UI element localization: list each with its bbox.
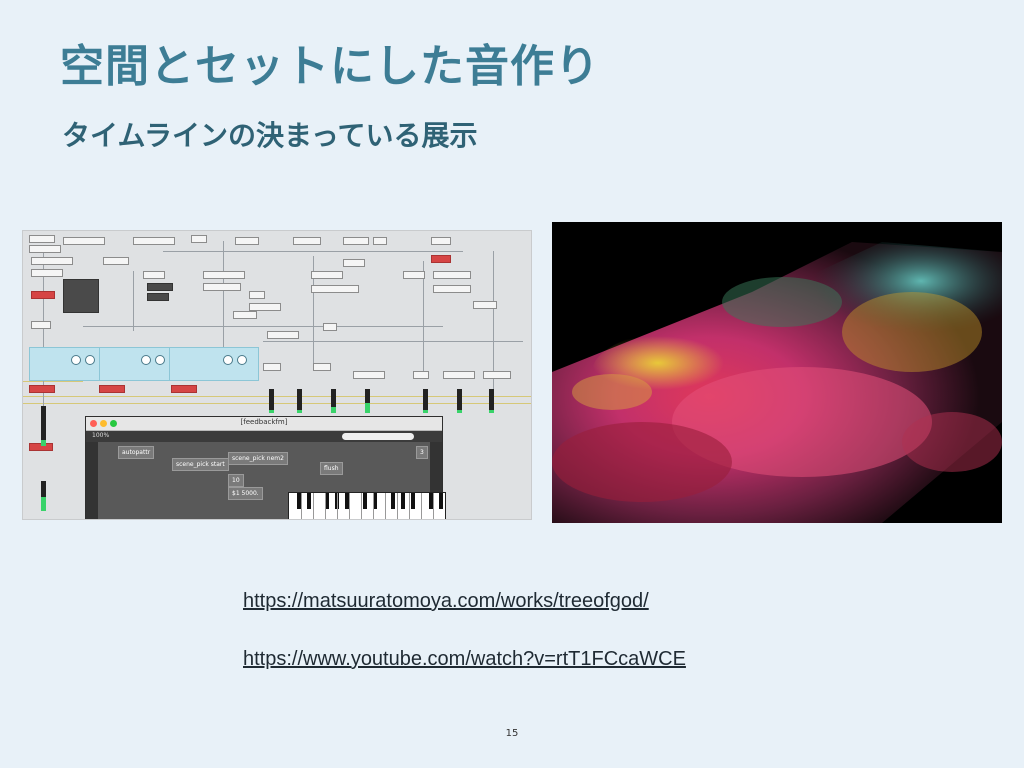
patcher-window: [feedbackfm] 100% autopattr scene_pick s…: [85, 416, 446, 519]
scene-pick-start-message[interactable]: scene_pick start: [172, 458, 229, 471]
youtube-link[interactable]: https://www.youtube.com/watch?v=rtT1FCca…: [243, 648, 686, 671]
patcher-toolbar: 100%: [86, 431, 442, 442]
slide-title: 空間とセットにした音作り: [60, 41, 600, 92]
left-toolbar: [86, 442, 98, 519]
autopattr-object[interactable]: autopattr: [118, 446, 155, 459]
works-link[interactable]: https://matsuuratomoya.com/works/treeofg…: [243, 590, 649, 613]
flower-projection-image: [552, 242, 1002, 523]
window-titlebar: [feedbackfm]: [86, 417, 442, 431]
page-number: 15: [505, 728, 519, 739]
number-box-3[interactable]: 3: [416, 446, 428, 459]
line-message[interactable]: $1 5000.: [228, 487, 263, 500]
zoom-level[interactable]: 100%: [92, 432, 109, 439]
piano-keyboard[interactable]: [288, 492, 446, 519]
projection-flowers-photo: [552, 222, 1002, 523]
number-box-10[interactable]: 10: [228, 474, 244, 487]
scene-pick-nem2-message[interactable]: scene_pick nem2: [228, 452, 288, 465]
flush-message[interactable]: flush: [320, 462, 343, 475]
search-input[interactable]: [342, 433, 414, 440]
max-patcher-screenshot: [feedbackfm] 100% autopattr scene_pick s…: [22, 230, 532, 520]
slide-subtitle: タイムラインの決まっている展示: [62, 119, 478, 152]
window-title: [feedbackfm]: [240, 418, 288, 426]
